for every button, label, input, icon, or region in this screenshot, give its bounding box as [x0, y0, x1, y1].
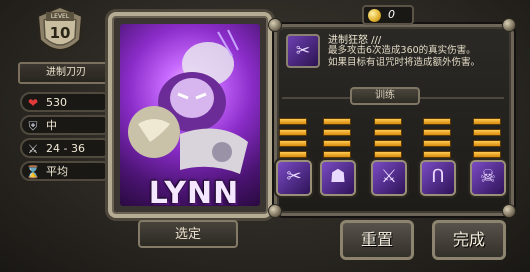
skull-icon: ☠: [479, 166, 497, 187]
skill-slot-blades[interactable]: ⚔: [371, 160, 407, 196]
coin-icon: [368, 9, 381, 22]
hero-name: LYNN: [148, 176, 240, 211]
skill-title: 进制狂怒 ///: [328, 35, 382, 46]
blades-icon: ⚔: [380, 166, 398, 187]
cat-icon: ☗: [329, 166, 347, 187]
selected-skill-icon: ✂: [286, 34, 320, 68]
stat-speed-value: 平均: [46, 165, 68, 178]
hero-portrait-frame[interactable]: LYNN: [108, 12, 272, 218]
skill-description: 最多攻击6次造成360的真实伤害。 如果目标有诅咒时将造成额外伤害。: [328, 45, 508, 69]
rivet-icon: [268, 204, 282, 218]
rivet-icon: [268, 18, 282, 32]
skill-column-1: [274, 118, 312, 162]
horseshoe-icon: Ո: [431, 166, 445, 187]
skill-column-3: [369, 118, 407, 162]
rivet-icon: [502, 18, 516, 32]
select-button[interactable]: 选定: [138, 220, 238, 248]
done-button[interactable]: 完成: [432, 220, 506, 260]
stat-health: ❤ 530: [20, 92, 112, 112]
skill-slot-skull[interactable]: ☠: [470, 160, 506, 196]
stat-speed: ⌛ 平均: [20, 161, 112, 181]
skill-slot-claw[interactable]: ✂: [276, 160, 312, 196]
claw-icon: ✂: [286, 166, 302, 187]
skill-column-4: [418, 118, 456, 162]
reset-button[interactable]: 重置: [340, 220, 414, 260]
claw-icon: ✂: [295, 41, 311, 61]
coin-counter: 0: [362, 5, 414, 25]
coin-value: 0: [388, 8, 395, 21]
sword-icon: ⚔: [27, 142, 39, 156]
skill-column-5: [468, 118, 506, 162]
level-value: 10: [49, 24, 71, 42]
train-button[interactable]: 训练: [350, 87, 420, 105]
skill-slot-cat[interactable]: ☗: [320, 160, 356, 196]
level-badge: LEVEL 10: [30, 4, 90, 62]
skill-slot-horseshoe[interactable]: Ո: [420, 160, 456, 196]
stat-damage: ⚔ 24 - 36: [20, 138, 112, 158]
stat-health-value: 530: [46, 96, 67, 109]
hero-class-label: 进制刀刃: [18, 62, 114, 84]
stat-armor: ⛨ 中: [20, 115, 112, 135]
heart-icon: ❤: [27, 96, 39, 110]
stat-armor-value: 中: [46, 119, 57, 132]
level-label: LEVEL: [50, 13, 70, 20]
rivet-icon: [502, 204, 516, 218]
skill-desc-line1: 最多攻击6次造成360的真实伤害。: [328, 45, 476, 56]
skill-desc-line2: 如果目标有诅咒时将造成额外伤害。: [328, 57, 481, 68]
stat-damage-value: 24 - 36: [46, 142, 85, 155]
armor-icon: ⛨: [28, 119, 38, 133]
hourglass-icon: ⌛: [25, 165, 41, 179]
skill-column-2: [318, 118, 356, 162]
